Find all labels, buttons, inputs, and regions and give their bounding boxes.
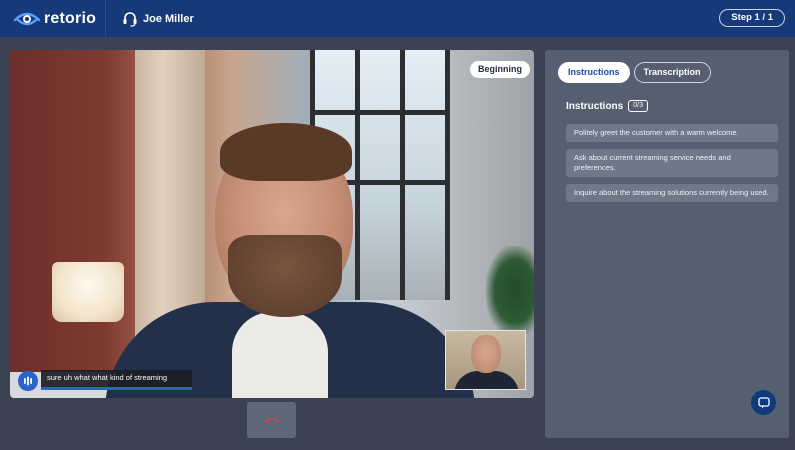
instruction-item: Ask about current streaming service need… [566, 149, 778, 177]
brand[interactable]: retorio [0, 0, 106, 37]
instructions-header: Instructions 0/3 [566, 100, 648, 112]
mic-activity-button[interactable] [18, 371, 38, 391]
phone-hangup-icon [264, 418, 279, 423]
instructions-count-badge: 0/3 [628, 100, 648, 112]
self-view-body [454, 371, 519, 389]
hang-up-button[interactable] [247, 402, 296, 438]
step-indicator: Step 1 / 1 [719, 9, 785, 27]
retorio-logo-icon [14, 12, 40, 25]
background-lamp [52, 262, 124, 322]
self-view-face [471, 335, 501, 373]
window-frame [355, 50, 360, 300]
tab-instructions[interactable]: Instructions [558, 62, 630, 83]
agent-name: Joe Miller [143, 12, 194, 25]
audio-wave-icon [24, 376, 32, 386]
brand-name: retorio [44, 9, 97, 27]
window-frame [400, 50, 405, 300]
avatar-hair [220, 123, 352, 181]
background-plant [486, 246, 534, 336]
chat-support-button[interactable] [751, 390, 776, 415]
self-view-video[interactable] [445, 330, 526, 390]
instructions-title: Instructions [566, 100, 624, 112]
instruction-item: Politely greet the customer with a warm … [566, 124, 778, 142]
headset-icon [123, 11, 137, 27]
side-panel: Instructions Transcription Instructions … [545, 50, 789, 438]
tab-transcription[interactable]: Transcription [633, 62, 711, 83]
avatar-tshirt [232, 312, 328, 398]
caption-progress [41, 387, 192, 390]
window-frame [310, 110, 450, 115]
agent-info: Joe Miller [122, 11, 194, 27]
window-frame [445, 50, 450, 300]
panel-tabs: Instructions Transcription [558, 62, 715, 83]
instruction-item: Inquire about the streaming solutions cu… [566, 184, 778, 202]
avatar-beard [228, 235, 342, 317]
top-bar: retorio Joe Miller Step 1 / 1 [0, 0, 795, 37]
phase-badge: Beginning [470, 61, 530, 78]
video-call-panel: Beginning sure uh what what kind of stre… [10, 50, 534, 398]
chat-bubble-icon [757, 396, 770, 408]
instructions-list: Politely greet the customer with a warm … [566, 124, 778, 209]
